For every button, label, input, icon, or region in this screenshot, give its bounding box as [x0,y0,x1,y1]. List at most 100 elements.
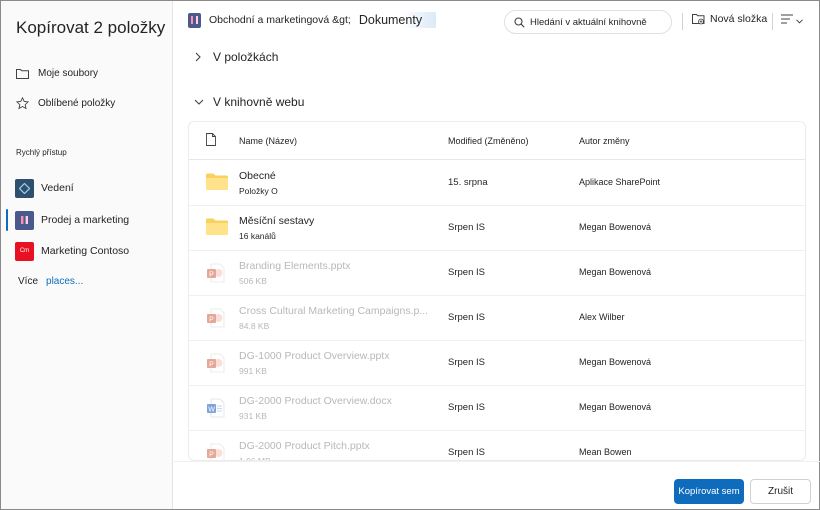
chevron-down-icon [194,98,206,106]
table-row[interactable]: Měsíční sestavy 16 kanálů Srpen IS Megan Bo… [189,206,805,251]
file-detail: 16 kanálů [239,231,276,241]
svg-text:P: P [209,271,214,278]
table-row: P DG-1000 Product Overview.pptx 991 KB Srpe… [189,341,805,386]
cancel-button[interactable]: Zrušit [750,479,811,504]
modified-by: Megan Bowenová [579,357,652,367]
site-contoso-marketing-label: Marketing Contoso [41,245,130,257]
modified-date: Srpen IS [448,312,485,323]
powerpoint-file-icon: P [206,308,228,328]
list-view-icon [781,13,793,27]
folder-icon [206,173,228,193]
more-places: Více places... [18,276,83,287]
modified-date: Srpen IS [448,357,485,368]
folder-icon [15,66,29,80]
group-in-items[interactable]: V položkách [194,50,278,64]
site-sales-marketing-label: Prodej a marketing [41,214,130,226]
nav-favorites[interactable]: Oblíbené položky [15,93,115,113]
search-icon [514,16,525,28]
modified-date: Srpen IS [448,267,485,278]
file-name: Měsíční sestavy [239,215,315,227]
top-bar: Obchodní a marketingová &gt; Dokumenty H… [174,1,820,41]
toolbar-divider [772,13,773,30]
chevron-right-icon [194,52,206,62]
table-row: P DG-2000 Product Pitch.pptx 1.06 MB Srpen … [189,431,805,460]
chevron-down-icon [796,13,803,27]
nav-my-files[interactable]: Moje soubory [15,63,98,83]
file-name: Obecné [239,170,276,182]
nav-my-files-label: Moje soubory [38,67,99,79]
site-leadership[interactable]: Vedení [15,177,74,199]
modified-by: Aplikace SharePoint [579,177,661,187]
breadcrumb-current: Dokumenty [358,12,437,28]
table-row: P Cross Cultural Marketing Campaigns.p...… [189,296,805,341]
svg-text:P: P [209,451,214,458]
svg-text:P: P [209,316,214,323]
table-row: P Branding Elements.pptx 506 KB Srpen IS Meg… [189,251,805,296]
powerpoint-file-icon: P [206,263,228,283]
file-name: DG-2000 Product Overview.docx [239,395,392,407]
new-folder-button[interactable]: Nová složka [692,13,767,25]
modified-date: Srpen IS [448,402,485,413]
site-sales-marketing[interactable]: Prodej a marketing [15,209,129,231]
file-detail: Položky O [239,186,278,196]
dialog-title: Kopírovat 2 položky [16,18,166,37]
svg-text:P: P [209,361,214,368]
word-file-icon: W [206,398,228,418]
column-modified-header[interactable]: Modified (Změněno) [448,136,529,146]
star-icon [15,96,29,110]
modified-by: Mean Bowen [579,447,632,457]
column-name-header[interactable]: Name (Název) [239,136,297,146]
modified-date: Srpen IS [448,447,485,458]
new-folder-icon [692,13,705,25]
file-list: Name (Název) Modified (Změněno) Autor zm… [188,121,806,461]
file-name: Cross Cultural Marketing Campaigns.p... [239,305,429,317]
breadcrumb: Obchodní a marketingová &gt; Dokumenty [188,12,437,28]
search-placeholder: Hledání v aktuální knihovně [530,16,647,28]
new-folder-label: Nová složka [710,13,768,25]
modified-by: Megan Bowenová [579,222,652,232]
file-name: Branding Elements.pptx [239,260,351,272]
column-author-header[interactable]: Autor změny [579,136,630,146]
folder-icon [206,218,228,238]
powerpoint-file-icon: P [206,443,228,460]
table-row: W DG-2000 Product Overview.docx 931 KB Srpe… [189,386,805,431]
file-name: DG-1000 Product Overview.pptx [239,350,390,362]
file-detail: 84.8 KB [239,321,270,331]
modified-by: Megan Bowenová [579,402,652,412]
site-leadership-logo [15,178,34,198]
file-detail: 991 KB [239,366,267,376]
table-row[interactable]: Obecné Položky O 15. srpna Aplikace SharePo… [189,161,805,206]
site-leadership-label: Vedení [41,182,74,194]
file-detail: 931 KB [239,411,267,421]
file-detail: 506 KB [239,276,267,286]
more-label: Více [18,276,39,287]
modified-date: 15. srpna [448,177,488,188]
modified-date: Srpen IS [448,222,485,233]
selected-indicator [6,209,8,231]
group-in-library-label: V knihovně webu [213,95,305,109]
toolbar-divider [682,13,683,30]
group-in-items-label: V položkách [213,50,279,64]
copy-here-button[interactable]: Kopírovat sem [674,479,744,504]
powerpoint-file-icon: P [206,353,228,373]
site-sales-marketing-logo [15,210,34,230]
svg-text:W: W [208,406,215,413]
file-list-header: Name (Název) Modified (Změněno) Autor zm… [189,122,805,160]
search-box[interactable]: Hledání v aktuální knihovně [504,10,672,34]
view-options-button[interactable] [781,13,803,27]
sidebar: Kopírovat 2 položky Moje soubory Oblíben… [1,1,173,509]
site-logo-icon [188,12,201,28]
site-contoso-marketing-logo: Cm [15,241,34,261]
modified-by: Alex Wilber [579,312,625,322]
group-in-library[interactable]: V knihovně webu [194,95,304,109]
more-places-link[interactable]: places... [46,276,83,287]
file-type-header-icon [206,133,216,148]
nav-favorites-label: Oblíbené položky [38,97,116,109]
file-name: DG-2000 Product Pitch.pptx [239,440,370,452]
site-contoso-marketing[interactable]: Cm Marketing Contoso [15,240,129,262]
quick-access-heading: Rychlý přístup [16,148,67,157]
breadcrumb-parent[interactable]: Obchodní a marketingová &gt; [209,14,351,26]
footer-divider [174,461,820,462]
copy-dialog: Kopírovat 2 položky Moje soubory Oblíben… [0,0,820,510]
modified-by: Megan Bowenová [579,267,652,277]
